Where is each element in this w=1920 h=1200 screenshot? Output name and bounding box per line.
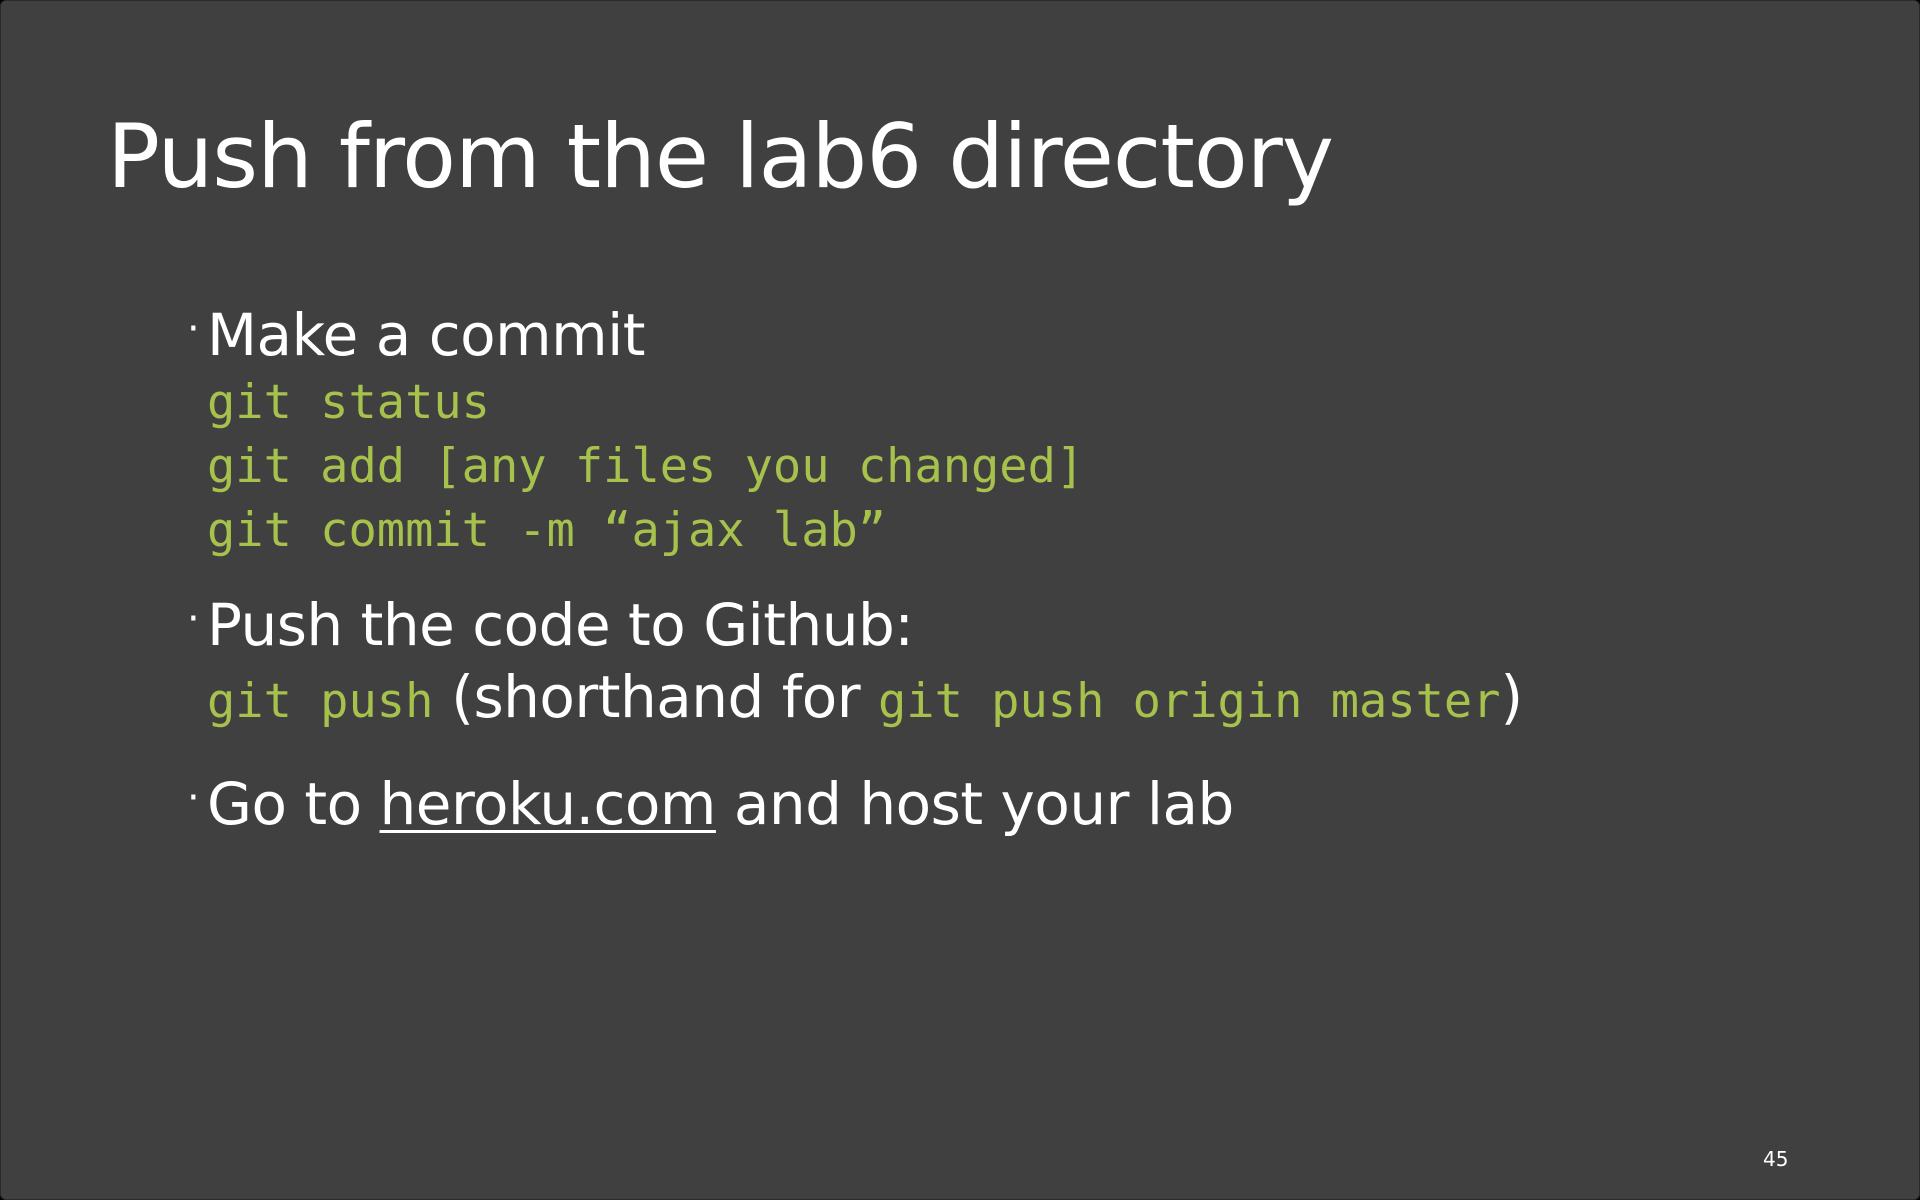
bullet-dot: ·	[187, 596, 200, 642]
bullet-make-commit: · Make a commit git status git add [any …	[187, 299, 1084, 563]
bullet-row: · Make a commit	[187, 299, 1064, 371]
bullet-push-github: · Push the code to Github: git push (sho…	[187, 589, 1523, 733]
text-host-lab: and host your lab	[715, 770, 1235, 838]
code-line-git-commit: git commit -m “ajax lab”	[207, 503, 887, 558]
shorthand-text: (shorthand for	[433, 663, 878, 731]
bullet-dot: ·	[187, 775, 200, 821]
code-line-git-add: git add [any files you changed]	[207, 439, 1085, 494]
bullet-text: Go to heroku.com and host your lab	[207, 768, 1234, 840]
bullet-text: Make a commit	[207, 301, 645, 369]
closing-paren: )	[1500, 663, 1524, 731]
page-number: 45	[1763, 1147, 1789, 1171]
slide: Push from the lab6 directory · Make a co…	[0, 0, 1920, 1200]
code-line-git-status: git status	[207, 375, 490, 430]
code-git-push-origin-master: git push origin master	[878, 674, 1501, 729]
slide-title: Push from the lab6 directory	[107, 105, 1334, 208]
bullet-row: · Push the code to Github:	[187, 589, 1503, 661]
bullet-text: Push the code to Github:	[207, 591, 914, 659]
heroku-link[interactable]: heroku.com	[380, 770, 717, 838]
bullet-dot: ·	[187, 306, 200, 352]
code-git-push: git push	[207, 674, 434, 729]
text-go-to: Go to	[207, 770, 380, 838]
git-push-line: git push (shorthand for git push origin …	[207, 661, 1523, 733]
